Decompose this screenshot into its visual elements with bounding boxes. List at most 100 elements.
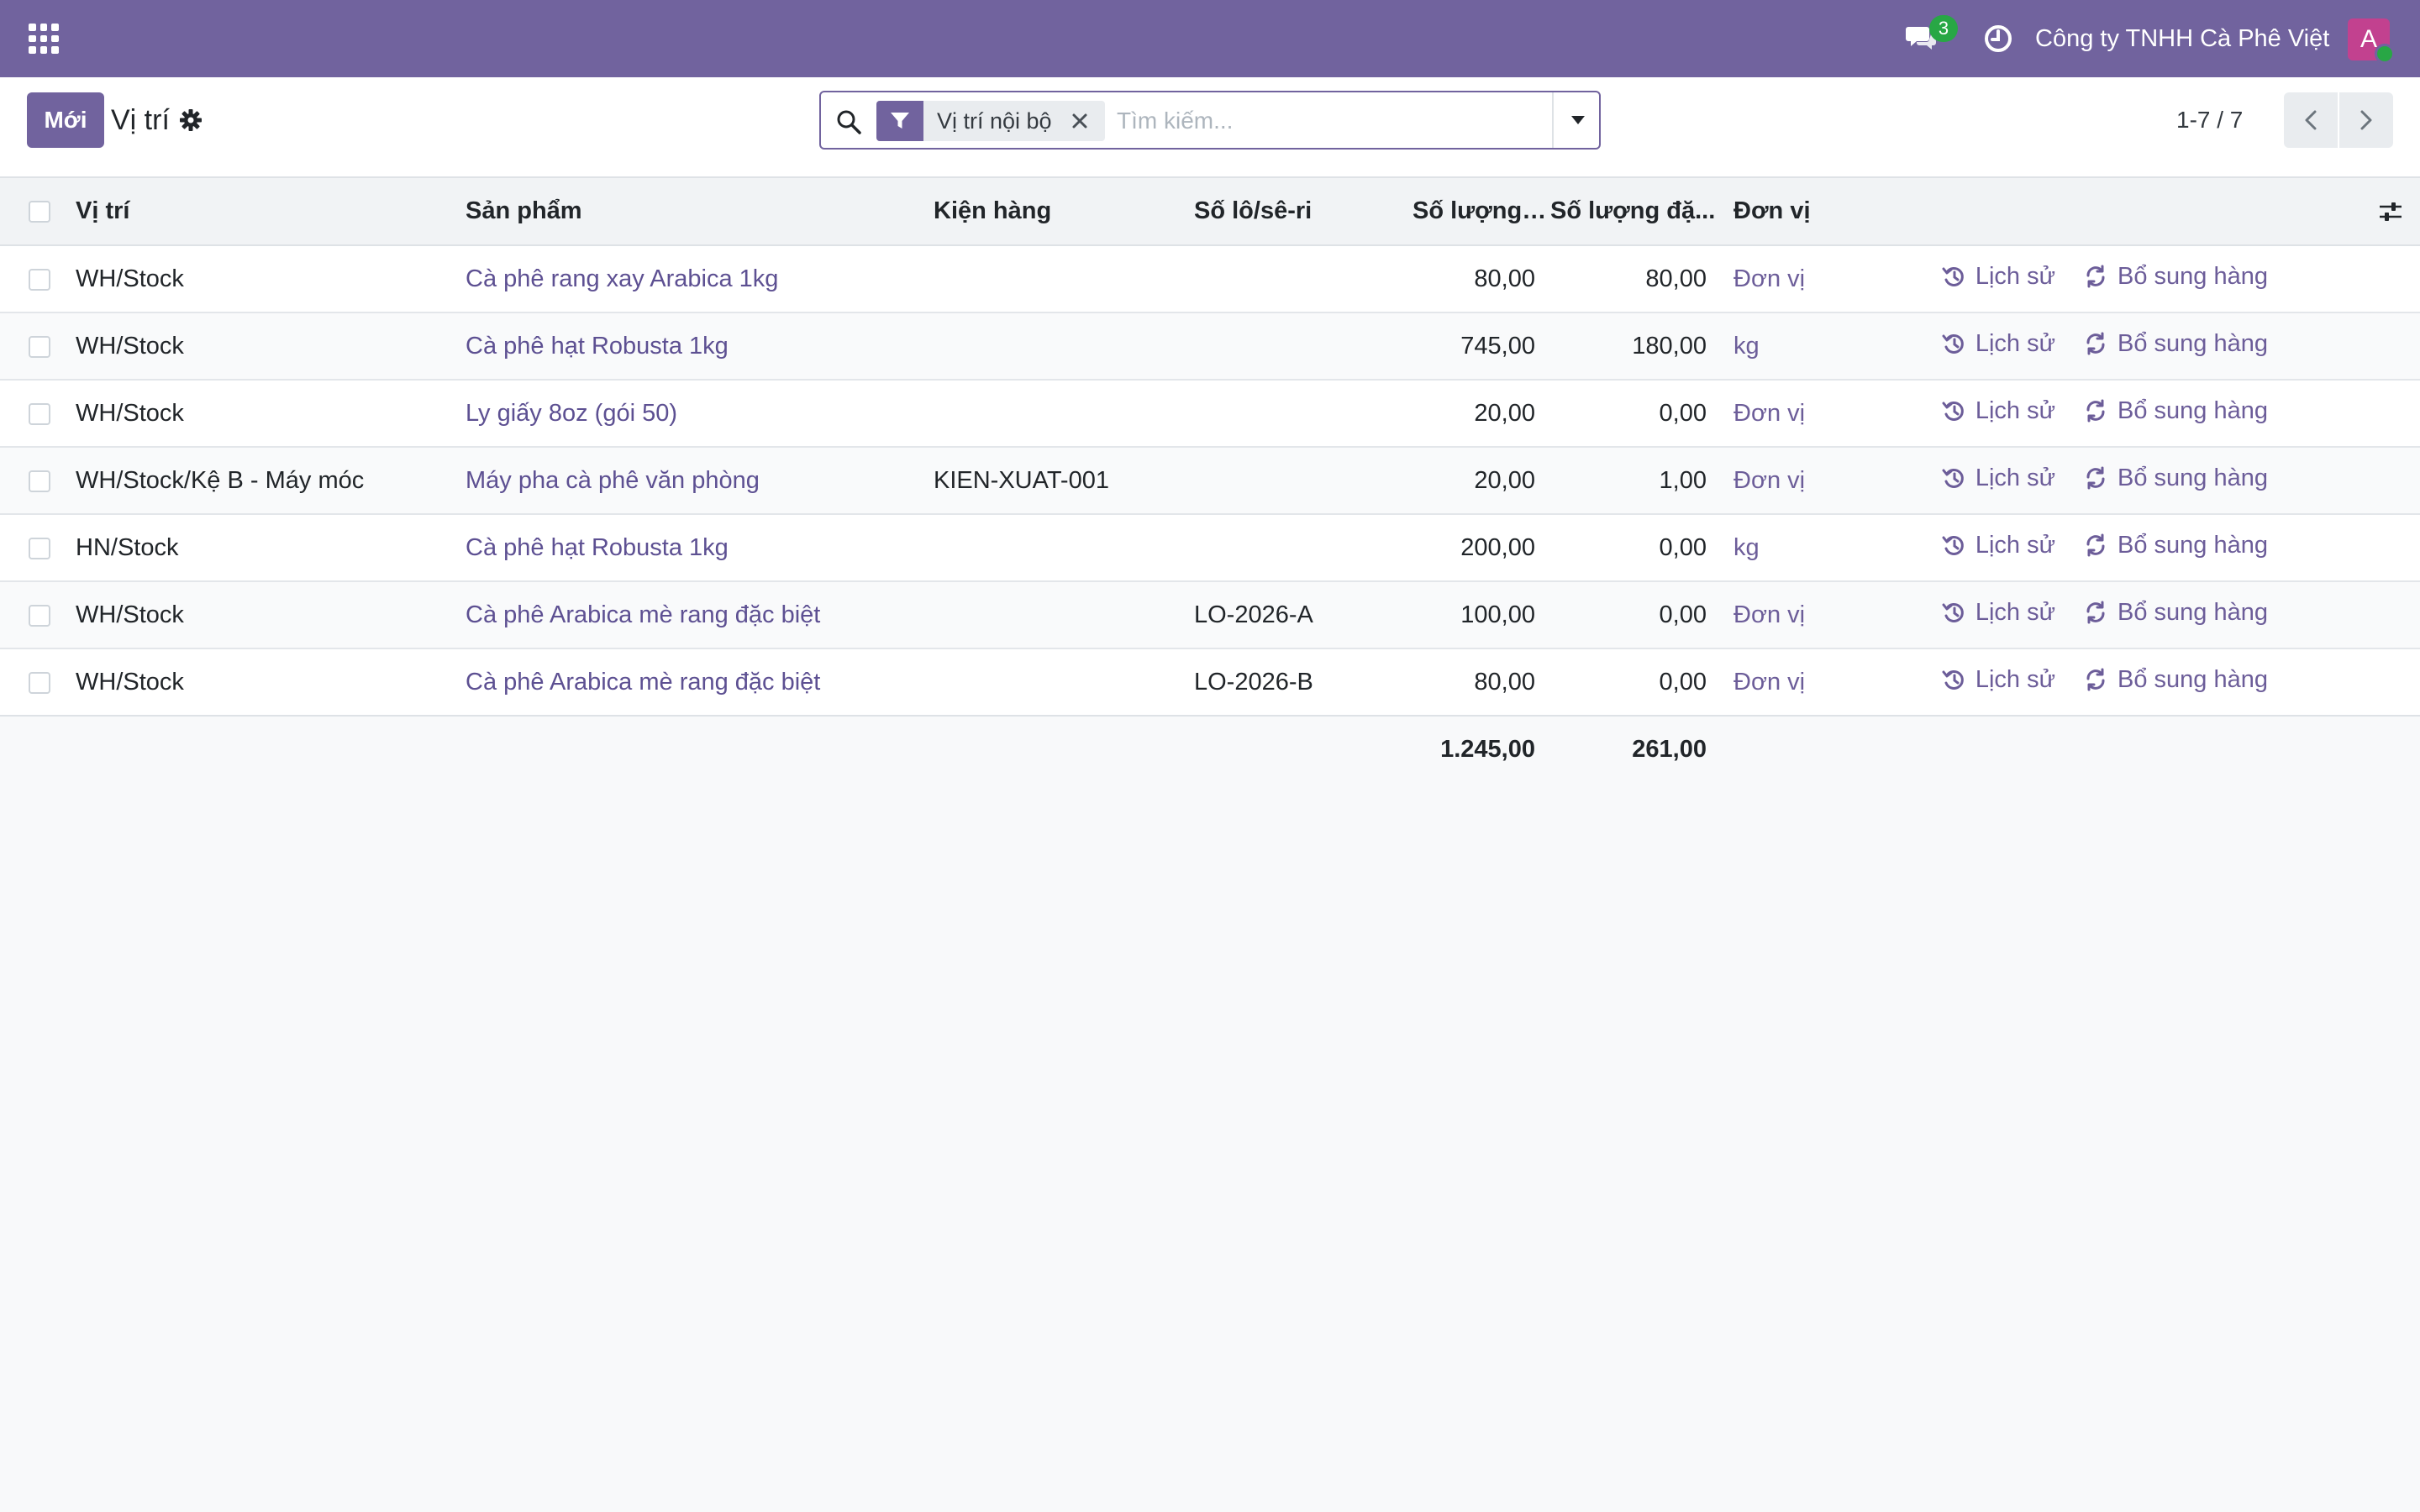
table-row[interactable]: WH/Stock/Kệ B - Máy móc Máy pha cà phê v… [0, 447, 2420, 514]
replenish-cell: Bổ sung hàng [2084, 447, 2302, 514]
history-label: Lịch sử [1975, 262, 2055, 290]
gear-icon[interactable] [180, 109, 202, 131]
table-header-row: Vị trí Sản phẩm Kiện hàng Số lô/sê-ri Số… [0, 178, 2420, 246]
row-checkbox[interactable] [29, 268, 50, 291]
product-link[interactable]: Cà phê Arabica mè rang đặc biệt [466, 581, 934, 648]
history-button[interactable]: Lịch sử [1942, 330, 2055, 358]
lot-cell: LO-2026-A [1194, 601, 1313, 628]
location-cell: WH/Stock [76, 332, 184, 360]
history-button[interactable]: Lịch sử [1942, 263, 2055, 291]
uom-cell: kg [1733, 533, 1760, 561]
column-header-product[interactable]: Sản phẩm [466, 178, 934, 246]
column-header-location[interactable]: Vị trí [76, 178, 466, 246]
reserved-quantity: 0,00 [1659, 399, 1707, 427]
product-link[interactable]: Máy pha cà phê văn phòng [466, 447, 934, 514]
location-cell: WH/Stock [76, 668, 184, 696]
column-header-reserved[interactable]: Số lượng đặ... [1550, 178, 1722, 246]
row-checkbox[interactable] [29, 402, 50, 425]
table-row[interactable]: WH/Stock Cà phê rang xay Arabica 1kg 80,… [0, 245, 2420, 312]
product-link[interactable]: Cà phê hạt Robusta 1kg [466, 312, 934, 380]
apps-grid-icon[interactable] [29, 24, 59, 54]
row-select-cell [0, 447, 76, 514]
search-options-toggle[interactable] [1552, 92, 1601, 148]
quants-list: Vị trí Sản phẩm Kiện hàng Số lô/sê-ri Số… [0, 178, 2420, 783]
package-cell [934, 380, 1194, 447]
column-header-actions-2 [2084, 178, 2302, 246]
row-select-cell [0, 648, 76, 716]
table-row[interactable]: WH/Stock Cà phê Arabica mè rang đặc biệt… [0, 648, 2420, 716]
history-cell: Lịch sử [1907, 581, 2084, 648]
history-cell: Lịch sử [1907, 312, 2084, 380]
replenish-button[interactable]: Bổ sung hàng [2084, 532, 2268, 559]
replenish-cell: Bổ sung hàng [2084, 380, 2302, 447]
pager-previous-button[interactable] [2284, 92, 2338, 148]
row-checkbox[interactable] [29, 671, 50, 694]
search-icon[interactable] [836, 109, 861, 134]
package-cell [934, 581, 1194, 648]
reserved-quantity: 1,00 [1659, 466, 1707, 494]
product-link[interactable]: Ly giấy 8oz (gói 50) [466, 380, 934, 447]
location-cell: HN/Stock [76, 533, 179, 561]
column-header-on-hand[interactable]: Số lượng đư... [1379, 178, 1550, 246]
reserved-quantity: 0,00 [1659, 668, 1707, 696]
refresh-icon [2086, 332, 2105, 355]
history-cell: Lịch sử [1907, 380, 2084, 447]
column-header-uom[interactable]: Đơn vị [1722, 178, 1907, 246]
history-label: Lịch sử [1975, 531, 2055, 559]
uom-cell: Đơn vị [1733, 668, 1806, 696]
product-link[interactable]: Cà phê Arabica mè rang đặc biệt [466, 648, 934, 716]
replenish-button[interactable]: Bổ sung hàng [2084, 465, 2268, 492]
history-button[interactable]: Lịch sử [1942, 599, 2055, 627]
control-panel: Mới Vị trí Vị trí nội bộ Tìm kiếm... 1-7… [0, 77, 2420, 178]
row-checkbox[interactable] [29, 335, 50, 358]
refresh-icon [2086, 533, 2105, 557]
history-button[interactable]: Lịch sử [1942, 532, 2055, 559]
replenish-button[interactable]: Bổ sung hàng [2084, 599, 2268, 627]
history-icon [1942, 267, 1964, 287]
select-all-checkbox[interactable] [29, 201, 50, 223]
lot-cell: LO-2026-B [1194, 668, 1313, 696]
replenish-label: Bổ sung hàng [2118, 329, 2268, 357]
package-cell [934, 312, 1194, 380]
table-row[interactable]: WH/Stock Cà phê Arabica mè rang đặc biệt… [0, 581, 2420, 648]
row-checkbox[interactable] [29, 470, 50, 492]
row-checkbox[interactable] [29, 604, 50, 627]
replenish-cell: Bổ sung hàng [2084, 312, 2302, 380]
table-row[interactable]: WH/Stock Ly giấy 8oz (gói 50) 20,00 0,00… [0, 380, 2420, 447]
sliders-icon[interactable] [2378, 199, 2403, 224]
new-button[interactable]: Mới [27, 92, 104, 148]
table-row[interactable]: WH/Stock Cà phê hạt Robusta 1kg 745,00 1… [0, 312, 2420, 380]
pager-next-button[interactable] [2339, 92, 2393, 148]
close-icon[interactable] [1071, 113, 1088, 129]
clock-icon[interactable] [1983, 24, 2013, 54]
replenish-label: Bổ sung hàng [2118, 665, 2268, 693]
pager-value[interactable]: 1-7 / 7 [2176, 101, 2243, 139]
search-input[interactable] [1117, 99, 1528, 143]
table-row[interactable]: HN/Stock Cà phê hạt Robusta 1kg 200,00 0… [0, 514, 2420, 581]
history-button[interactable]: Lịch sử [1942, 397, 2055, 425]
total-on-hand: 1.245,00 [1379, 715, 1550, 783]
history-label: Lịch sử [1975, 464, 2055, 491]
history-button[interactable]: Lịch sử [1942, 666, 2055, 694]
reserved-quantity: 180,00 [1632, 332, 1707, 360]
reserved-quantity: 0,00 [1659, 601, 1707, 628]
product-link[interactable]: Cà phê hạt Robusta 1kg [466, 514, 934, 581]
replenish-label: Bổ sung hàng [2118, 262, 2268, 290]
history-button[interactable]: Lịch sử [1942, 465, 2055, 492]
uom-cell: Đơn vị [1733, 265, 1806, 292]
replenish-button[interactable]: Bổ sung hàng [2084, 330, 2268, 358]
replenish-button[interactable]: Bổ sung hàng [2084, 263, 2268, 291]
column-header-actions-1 [1907, 178, 2084, 246]
location-cell: WH/Stock [76, 399, 184, 427]
on-hand-quantity: 80,00 [1474, 668, 1535, 696]
replenish-button[interactable]: Bổ sung hàng [2084, 666, 2268, 694]
column-header-package[interactable]: Kiện hàng [934, 178, 1194, 246]
product-link[interactable]: Cà phê rang xay Arabica 1kg [466, 245, 934, 312]
lot-cell [1194, 245, 1379, 312]
replenish-button[interactable]: Bổ sung hàng [2084, 397, 2268, 425]
row-select-cell [0, 380, 76, 447]
column-header-lot[interactable]: Số lô/sê-ri [1194, 178, 1379, 246]
company-switcher[interactable]: Công ty TNHH Cà Phê Việt [2035, 24, 2329, 54]
lot-cell [1194, 514, 1379, 581]
row-checkbox[interactable] [29, 537, 50, 559]
